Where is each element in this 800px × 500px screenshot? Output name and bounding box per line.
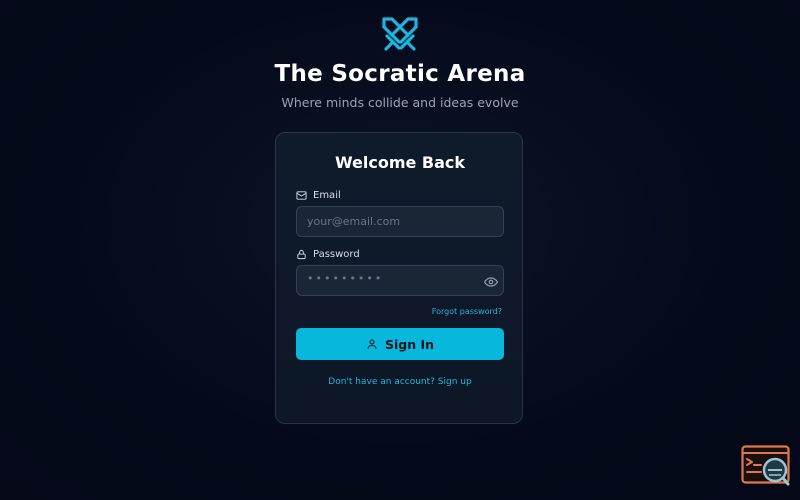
app-subtitle: Where minds collide and ideas evolve (281, 95, 519, 110)
email-label: Email (296, 188, 341, 202)
sign-in-button[interactable]: Sign In (296, 328, 504, 360)
user-icon (367, 339, 377, 349)
password-label-text: Password (313, 248, 360, 260)
email-label-text: Email (313, 189, 341, 201)
lock-icon (297, 249, 306, 259)
card-heading: Welcome Back (334, 153, 466, 172)
password-label: Password (296, 247, 360, 261)
forgot-password-link[interactable]: Forgot password? (432, 307, 502, 316)
login-card: Welcome Back Email Password ••••••••• Fo… (275, 132, 523, 424)
sign-up-link[interactable]: Don't have an account? Sign up (276, 377, 524, 387)
crossed-swords-icon (382, 17, 418, 51)
app-title: The Socratic Arena (274, 61, 526, 87)
sign-in-label: Sign In (384, 336, 435, 352)
login-page: The Socratic Arena Where minds collide a… (0, 0, 800, 500)
mail-icon (296, 190, 307, 200)
email-field[interactable] (296, 206, 504, 237)
eye-icon[interactable] (484, 275, 498, 289)
password-field[interactable] (296, 265, 504, 296)
terminal-search-icon[interactable] (741, 445, 791, 487)
